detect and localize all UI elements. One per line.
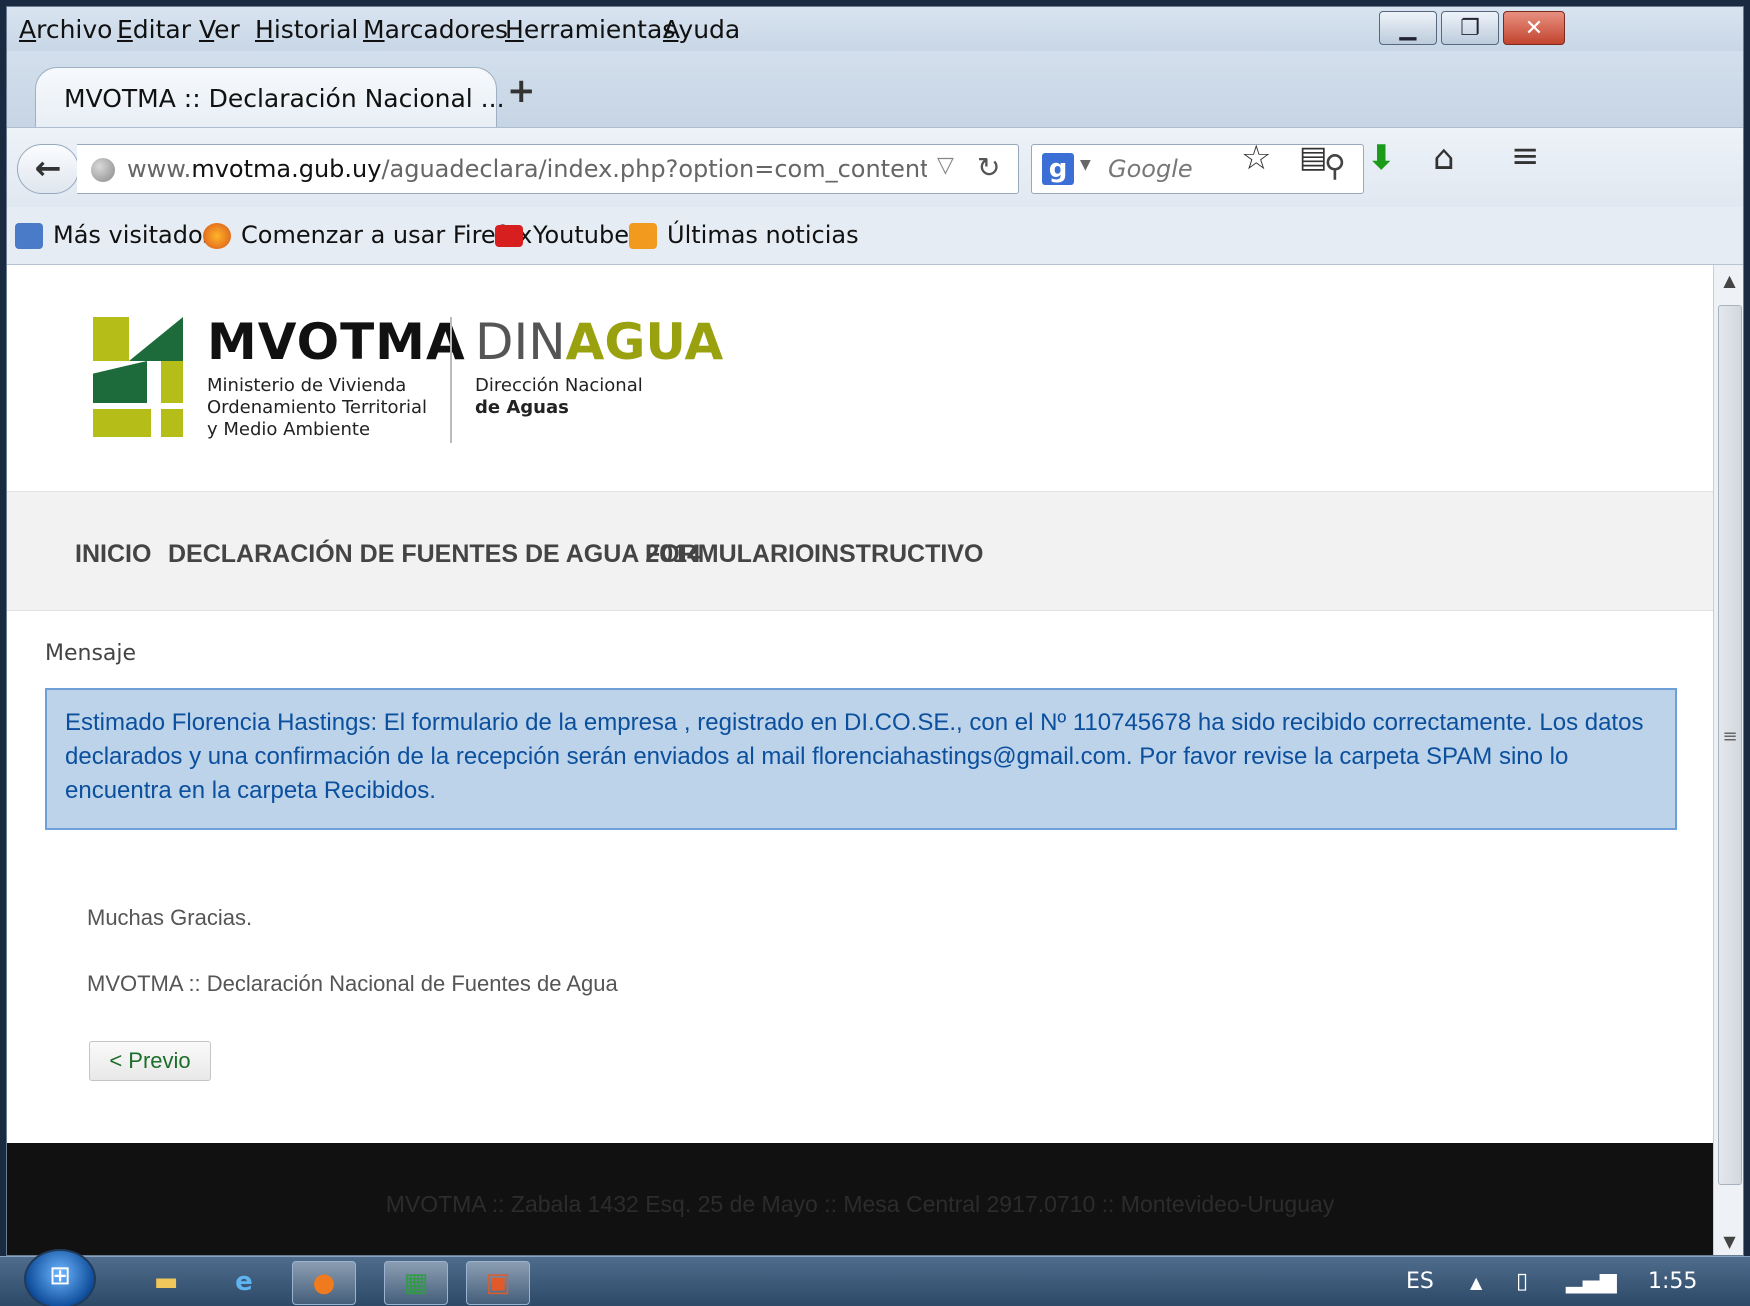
bookmarks-list-icon[interactable]: ▤ <box>1299 140 1327 175</box>
taskbar-ie[interactable]: e <box>212 1261 276 1305</box>
logo-block <box>161 361 183 403</box>
url-path: /aguadeclara/index.php?option=com_conten… <box>381 155 927 183</box>
restore-button[interactable]: ❐ <box>1441 11 1499 45</box>
tab-active[interactable]: MVOTMA :: Declaración Nacional ... <box>35 67 505 129</box>
url-domain: mvotma.gub.uy <box>191 155 382 183</box>
youtube-icon <box>495 225 523 247</box>
scrollbar-thumb[interactable]: ≡ <box>1718 305 1742 1185</box>
back-button[interactable]: ← <box>17 144 79 194</box>
menu-archivo[interactable]: Archivo <box>19 15 112 44</box>
menu-ayuda[interactable]: Ayuda <box>663 15 740 44</box>
taskbar-explorer[interactable]: ▬ <box>134 1261 198 1305</box>
nav-instructivo[interactable]: INSTRUCTIVO <box>814 540 983 569</box>
navigation-bar: ← www.mvotma.gub.uy/aguadeclara/index.ph… <box>7 127 1743 207</box>
restore-icon: ❐ <box>1460 15 1480 41</box>
globe-icon <box>91 158 115 182</box>
windows-logo-icon: ⊞ <box>49 1261 71 1291</box>
footer-text: MVOTMA :: Zabala 1432 Esq. 25 de Mayo ::… <box>385 1191 1335 1217</box>
download-icon[interactable]: ⬇ <box>1367 138 1396 178</box>
home-icon[interactable]: ⌂ <box>1433 138 1455 178</box>
engine-dropdown-icon[interactable]: ▼ <box>1080 157 1091 173</box>
mvotma-title: MVOTMA <box>207 313 466 371</box>
previous-button[interactable]: < Previo <box>89 1041 211 1081</box>
excel-icon: ▦ <box>403 1268 429 1298</box>
nav-declaracion[interactable]: DECLARACIÓN DE FUENTES DE AGUA 2014 <box>168 540 701 569</box>
close-window-button[interactable]: ✕ <box>1503 11 1565 45</box>
scroll-up-icon[interactable]: ▲ <box>1714 271 1743 290</box>
most-visited-icon <box>15 223 43 249</box>
folder-icon: ▬ <box>153 1267 179 1297</box>
nav-formulario[interactable]: FORMULARIO <box>645 540 814 569</box>
taskbar-firefox[interactable]: ● <box>292 1261 356 1305</box>
page-footer: MVOTMA :: Zabala 1432 Esq. 25 de Mayo ::… <box>7 1143 1713 1255</box>
taskbar: ⊞ ▬ e ● ▦ ▣ ES ▲ ▯ ▂▄▆ 1:55 <box>0 1249 1750 1306</box>
powerpoint-icon: ▣ <box>485 1268 511 1298</box>
logo-block <box>161 409 183 437</box>
rss-icon <box>629 223 657 249</box>
clock[interactable]: 1:55 <box>1648 1269 1697 1294</box>
firefox-icon <box>203 223 231 249</box>
google-engine-icon[interactable]: g <box>1042 153 1074 185</box>
power-icon[interactable]: ▯ <box>1516 1269 1528 1294</box>
dinagua-din: DIN <box>475 313 566 371</box>
mvotma-subtitle-line: Ordenamiento Territorial <box>207 397 427 418</box>
scroll-grip-icon: ≡ <box>1722 726 1738 747</box>
url-dropdown-icon[interactable]: ▽ <box>937 153 954 178</box>
minimize-button[interactable]: ▁ <box>1379 11 1437 45</box>
url-prefix: www. <box>127 155 192 183</box>
taskbar-powerpoint[interactable]: ▣ <box>466 1261 530 1305</box>
logo-divider <box>450 317 452 443</box>
minimize-icon: ▁ <box>1399 15 1417 41</box>
confirmation-alert: Estimado Florencia Hastings: El formular… <box>45 688 1677 830</box>
dinagua-subtitle-line: Dirección Nacional <box>475 375 643 396</box>
dinagua-subtitle-line: de Aguas <box>475 397 569 418</box>
mvotma-subtitle-line: Ministerio de Vivienda <box>207 375 407 396</box>
scroll-down-icon[interactable]: ▼ <box>1714 1232 1743 1251</box>
back-arrow-icon: ← <box>34 149 62 187</box>
thanks-text: Muchas Gracias. <box>87 905 253 930</box>
nav-inicio[interactable]: INICIO <box>75 540 151 569</box>
url-text: www.mvotma.gub.uy/aguadeclara/index.php?… <box>127 155 927 183</box>
mvotma-subtitle-line: y Medio Ambiente <box>207 419 371 440</box>
browser-window: Archivo Editar Ver Historial Marcadores … <box>6 6 1744 1256</box>
menu-historial[interactable]: Historial <box>255 15 358 44</box>
menu-bar: Archivo Editar Ver Historial Marcadores … <box>7 7 1743 51</box>
menu-hamburger-icon[interactable]: ≡ <box>1511 136 1540 176</box>
bookmark-mas-visitados[interactable]: Más visitados <box>53 221 215 249</box>
network-icon[interactable]: ▂▄▆ <box>1566 1269 1617 1294</box>
bookmark-youtube[interactable]: Youtube <box>533 221 629 249</box>
language-indicator[interactable]: ES <box>1406 1269 1434 1294</box>
bookmarks-bar: Más visitados Comenzar a usar Firefox Yo… <box>7 207 1743 265</box>
start-button[interactable]: ⊞ <box>24 1249 96 1306</box>
internet-explorer-icon: e <box>235 1267 253 1297</box>
close-icon: ✕ <box>1524 15 1544 41</box>
logo-block <box>93 409 151 437</box>
menu-ver[interactable]: Ver <box>199 15 240 44</box>
search-placeholder: Google <box>1108 155 1193 183</box>
menu-herramientas[interactable]: Herramientas <box>505 15 675 44</box>
site-nav: INICIO DECLARACIÓN DE FUENTES DE AGUA 20… <box>7 491 1713 611</box>
alert-text: Estimado Florencia Hastings: El formular… <box>65 709 1644 804</box>
dinagua-title: DINAGUA <box>475 313 723 371</box>
vertical-scrollbar[interactable]: ▲ ≡ ▼ <box>1713 265 1743 1255</box>
url-bar[interactable]: www.mvotma.gub.uy/aguadeclara/index.php?… <box>77 144 1019 194</box>
page-viewport: MVOTMA Ministerio de Vivienda Ordenamien… <box>7 265 1713 1255</box>
tray-expand-icon[interactable]: ▲ <box>1470 1273 1482 1292</box>
dinagua-agua: AGUA <box>565 313 724 371</box>
bookmark-comenzar-firefox[interactable]: Comenzar a usar Firefox <box>241 221 532 249</box>
logo-block <box>93 317 129 361</box>
tab-title: MVOTMA :: Declaración Nacional ... <box>64 84 505 113</box>
signature-text: MVOTMA :: Declaración Nacional de Fuente… <box>87 971 618 996</box>
taskbar-excel[interactable]: ▦ <box>384 1261 448 1305</box>
reload-icon[interactable]: ↻ <box>977 151 1000 184</box>
tab-strip: MVOTMA :: Declaración Nacional ... + <box>7 51 1743 129</box>
bookmark-ultimas-noticias[interactable]: Últimas noticias <box>667 221 859 249</box>
menu-editar[interactable]: Editar <box>117 15 191 44</box>
message-heading: Mensaje <box>45 641 137 666</box>
firefox-icon: ● <box>312 1268 336 1298</box>
bookmark-star-icon[interactable]: ☆ <box>1241 138 1271 178</box>
new-tab-button[interactable]: + <box>507 71 536 111</box>
menu-marcadores[interactable]: Marcadores <box>363 15 508 44</box>
